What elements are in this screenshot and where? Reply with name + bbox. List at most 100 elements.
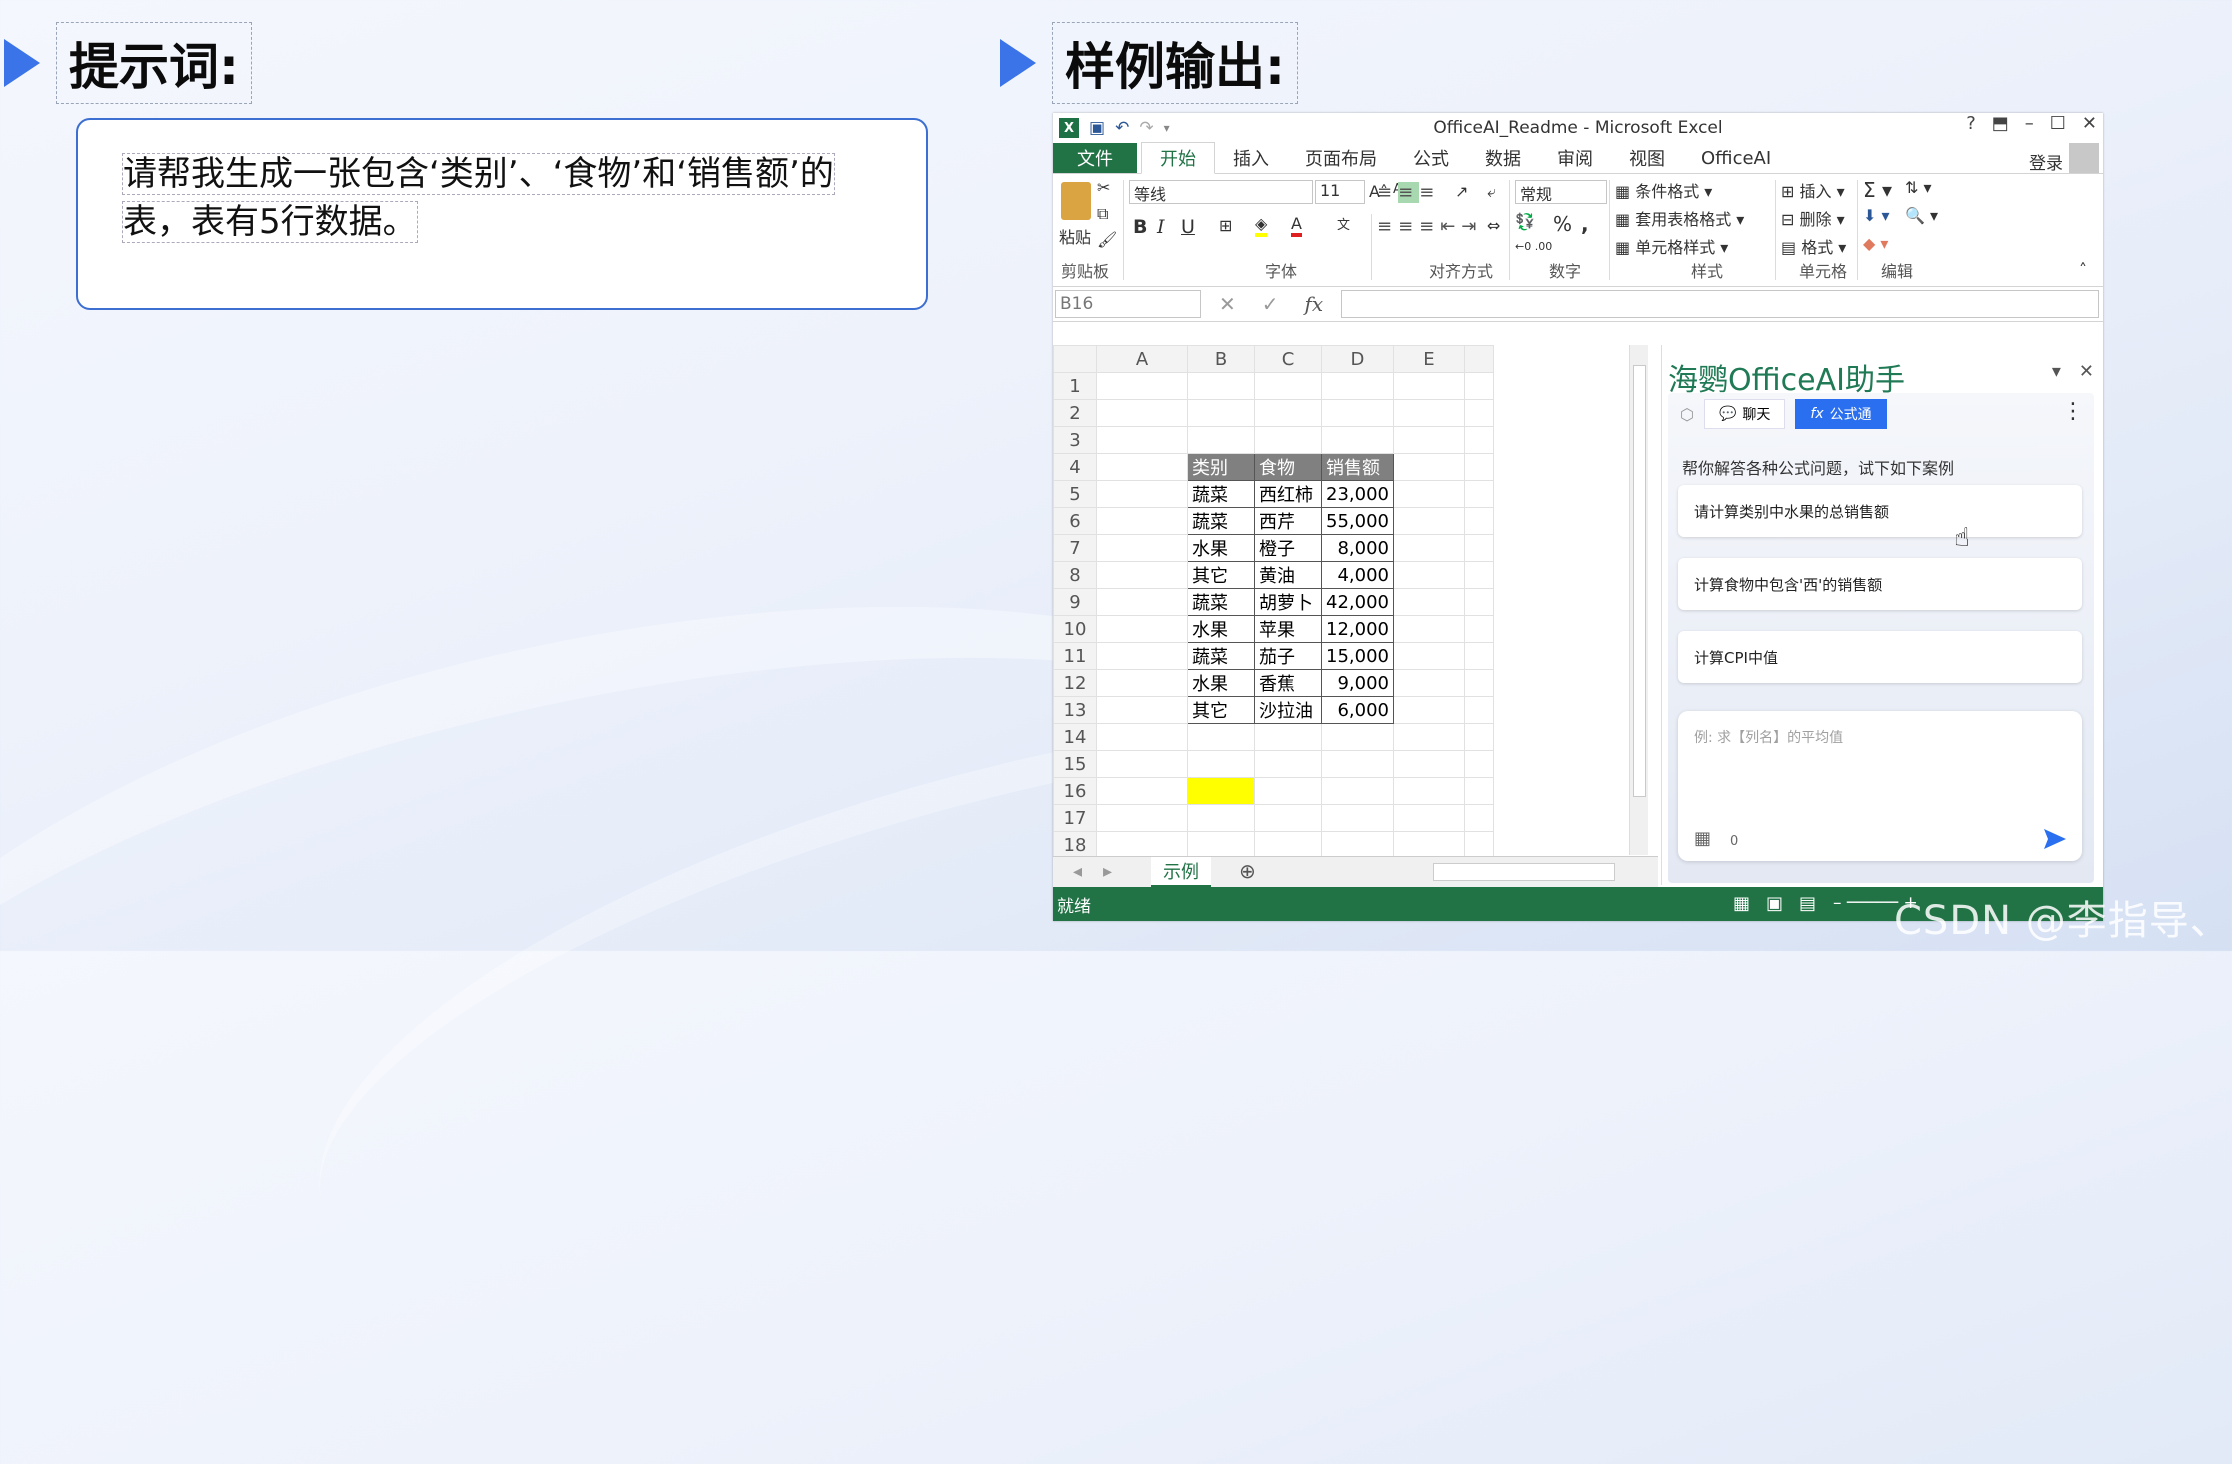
cell-f[interactable] (1463, 642, 1494, 670)
horizontal-scrollbar[interactable] (1433, 863, 1615, 881)
cell-e[interactable] (1392, 507, 1465, 535)
cell-d[interactable] (1321, 750, 1394, 778)
cell-c[interactable]: 香蕉 (1254, 669, 1322, 697)
tab-formulas[interactable]: 公式 (1395, 143, 1467, 173)
cell-f[interactable] (1463, 372, 1494, 400)
cell-c[interactable]: 黄油 (1254, 561, 1322, 589)
cell-f[interactable] (1463, 426, 1494, 454)
font-color-icon[interactable]: A (1291, 214, 1302, 237)
cell-e[interactable] (1392, 399, 1465, 427)
cell-a[interactable] (1096, 642, 1188, 670)
cell-e[interactable] (1392, 534, 1465, 562)
sort-filter-icon[interactable]: ⇅ ▾ (1905, 178, 1932, 197)
cell-e[interactable] (1392, 831, 1465, 859)
cell-f[interactable] (1463, 777, 1494, 805)
cell-f[interactable] (1463, 831, 1494, 859)
cell-a[interactable] (1096, 804, 1188, 832)
row-header[interactable]: 1 (1053, 372, 1097, 400)
row-header[interactable]: 14 (1053, 723, 1097, 751)
history-icon[interactable]: ⬡ (1680, 405, 1694, 424)
tab-formula[interactable]: fx 公式通 (1795, 399, 1887, 429)
tab-file[interactable]: 文件 (1053, 143, 1137, 173)
cancel-icon[interactable]: ✕ (1219, 292, 1236, 316)
name-box[interactable]: B16 (1055, 290, 1201, 318)
cell-c[interactable] (1254, 723, 1322, 751)
cell-c[interactable] (1254, 372, 1322, 400)
sheet-nav-right-icon[interactable]: ▸ (1103, 861, 1112, 882)
clear-icon[interactable]: ◆ ▾ (1863, 234, 1888, 253)
cell-a[interactable] (1096, 453, 1188, 481)
cell-c[interactable] (1254, 399, 1322, 427)
underline-button[interactable]: U (1181, 216, 1195, 238)
cell-f[interactable] (1463, 399, 1494, 427)
font-name-select[interactable]: 等线 (1129, 180, 1313, 204)
cell-f[interactable] (1463, 507, 1494, 535)
table-tool-icon[interactable]: ▦ (1694, 828, 1711, 849)
cell-a[interactable] (1096, 696, 1188, 724)
cell-e[interactable] (1392, 804, 1465, 832)
increase-decimal-icon[interactable]: ←0 .00 (1515, 240, 1552, 253)
comma-button[interactable]: , (1581, 212, 1589, 236)
row-header[interactable]: 5 (1053, 480, 1097, 508)
number-format-select[interactable]: 常规 (1515, 180, 1607, 204)
cell-a[interactable] (1096, 588, 1188, 616)
cell-f[interactable] (1463, 696, 1494, 724)
copy-icon[interactable]: ⧉ (1097, 204, 1108, 224)
column-header-c[interactable]: C (1254, 345, 1322, 373)
cell-a[interactable] (1096, 750, 1188, 778)
cell-e[interactable] (1392, 453, 1465, 481)
cell-a[interactable] (1096, 426, 1188, 454)
cell-a[interactable] (1096, 561, 1188, 589)
cell-c[interactable]: 沙拉油 (1254, 696, 1322, 724)
cell-f[interactable] (1463, 588, 1494, 616)
autosum-icon[interactable]: Σ ▾ (1863, 178, 1892, 202)
cell-d[interactable] (1321, 372, 1394, 400)
row-header[interactable]: 6 (1053, 507, 1097, 535)
cell-e[interactable] (1392, 777, 1465, 805)
cell-a[interactable] (1096, 669, 1188, 697)
more-options-icon[interactable]: ⋮ (2062, 399, 2084, 424)
insert-cells-button[interactable]: ⊞ 插入 ▾ (1781, 178, 1845, 202)
bold-button[interactable]: B (1133, 216, 1147, 238)
example-card[interactable]: 请计算类别中水果的总销售额 (1678, 485, 2082, 537)
cell-b[interactable]: 水果 (1187, 534, 1255, 562)
cell-a[interactable] (1096, 372, 1188, 400)
cell-styles-button[interactable]: ▦ 单元格样式 ▾ (1615, 234, 1728, 258)
example-card[interactable]: 计算食物中包含'西'的销售额 (1678, 558, 2082, 610)
cell-d[interactable] (1321, 426, 1394, 454)
cell-b[interactable] (1187, 804, 1255, 832)
cell-a[interactable] (1096, 480, 1188, 508)
cell-b[interactable] (1187, 723, 1255, 751)
row-header[interactable]: 12 (1053, 669, 1097, 697)
cell-d[interactable]: 15,000 (1321, 642, 1394, 670)
row-header[interactable]: 3 (1053, 426, 1097, 454)
row-header[interactable]: 16 (1053, 777, 1097, 805)
cell-b[interactable]: 水果 (1187, 615, 1255, 643)
cell-d[interactable] (1321, 831, 1394, 859)
cell-d[interactable]: 9,000 (1321, 669, 1394, 697)
row-header[interactable]: 17 (1053, 804, 1097, 832)
cell-f[interactable] (1463, 561, 1494, 589)
cell-a[interactable] (1096, 507, 1188, 535)
row-header[interactable]: 11 (1053, 642, 1097, 670)
help-icon[interactable]: ? (1966, 113, 1976, 134)
cell-c[interactable]: 茄子 (1254, 642, 1322, 670)
cell-b[interactable] (1187, 831, 1255, 859)
currency-icon[interactable]: 💱 (1515, 212, 1535, 231)
cell-d[interactable]: 42,000 (1321, 588, 1394, 616)
orientation-icon[interactable]: ↗ (1455, 182, 1468, 201)
add-sheet-icon[interactable]: ⊕ (1239, 859, 1256, 883)
conditional-format-button[interactable]: ▦ 条件格式 ▾ (1615, 178, 1712, 202)
row-header[interactable]: 4 (1053, 453, 1097, 481)
cell-e[interactable] (1392, 372, 1465, 400)
tab-data[interactable]: 数据 (1467, 143, 1539, 173)
sheet-tab-example[interactable]: 示例 (1151, 857, 1211, 888)
cell-b[interactable] (1187, 372, 1255, 400)
cell-f[interactable] (1463, 453, 1494, 481)
cell-f[interactable] (1463, 723, 1494, 751)
column-header-d[interactable]: D (1321, 345, 1394, 373)
cell-a[interactable] (1096, 615, 1188, 643)
cell-d[interactable]: 8,000 (1321, 534, 1394, 562)
row-header[interactable]: 9 (1053, 588, 1097, 616)
find-select-icon[interactable]: 🔍 ▾ (1905, 206, 1938, 225)
